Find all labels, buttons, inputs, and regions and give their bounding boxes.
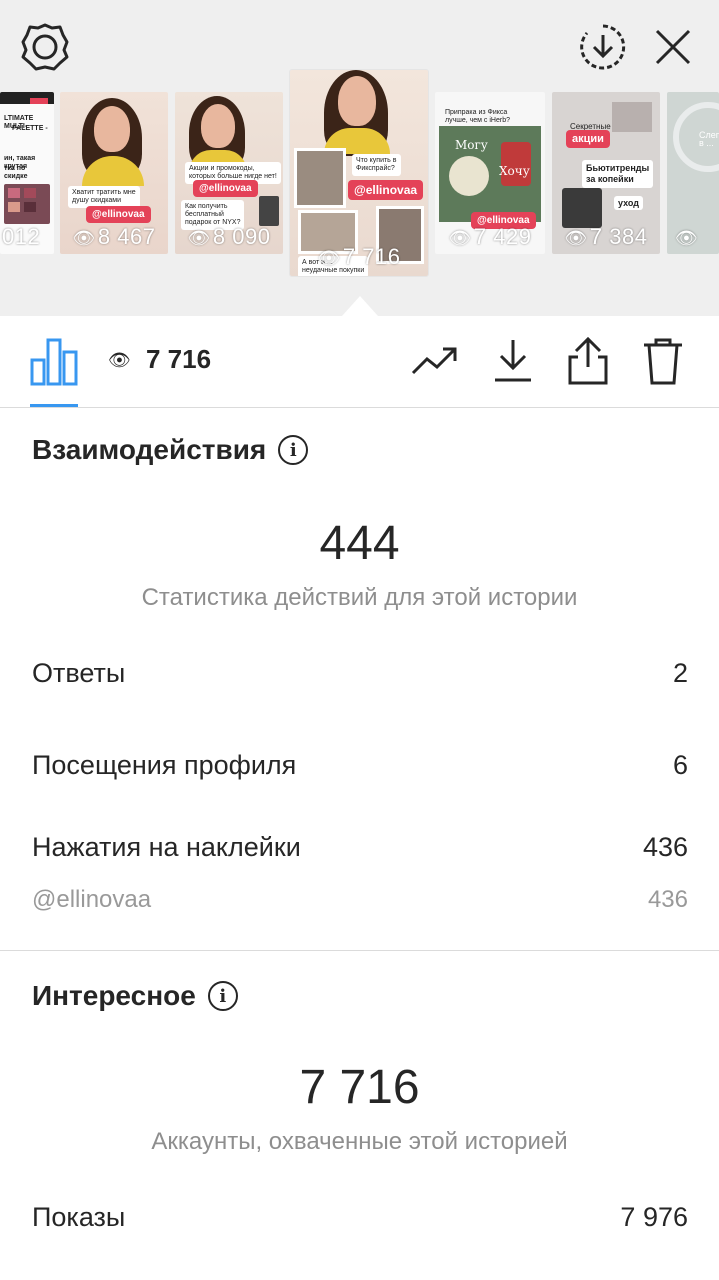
share-icon[interactable]: [563, 336, 613, 386]
stat-value: 2: [672, 658, 688, 688]
section-divider: [0, 950, 719, 951]
info-icon[interactable]: i: [278, 435, 309, 465]
section-heading: Взаимодействия: [32, 434, 267, 465]
discovery-caption: Аккаунты, охваченные этой историей: [151, 1128, 568, 1155]
view-count: 7 716: [146, 344, 212, 374]
story-text: Что купить в Фикспрайс?: [352, 154, 401, 176]
story-thumbnail[interactable]: Слеп в ... 👁: [667, 92, 719, 254]
mention-sticker: @ellinovaa: [86, 206, 151, 223]
stat-row-sticker-taps: Нажатия на наклейки 436: [32, 832, 688, 863]
story-thumbnail[interactable]: Акции и промокоды, которых больше нигде н…: [175, 92, 283, 254]
story-views: 👁7 384: [564, 224, 648, 249]
trash-icon[interactable]: [638, 336, 688, 386]
story-text: Могу: [455, 138, 488, 152]
stat-row-sticker-mention[interactable]: @ellinovaa 436: [32, 886, 688, 914]
gear-icon[interactable]: [18, 20, 72, 74]
trending-up-icon[interactable]: [410, 336, 460, 386]
story-text: Хочу: [499, 164, 530, 178]
interactions-title: Взаимодействия i: [32, 434, 309, 466]
story-thumbnail-selected[interactable]: Что купить в Фикспрайс? @ellinovaa А вот …: [290, 70, 428, 276]
story-thumbnail[interactable]: Секретные акции Бьютитренды за копейки ух…: [552, 92, 660, 254]
story-text: Припрака из Фикса лучше, чем с iHerb?: [445, 109, 510, 124]
interactions-caption: Статистика действий для этой истории: [141, 584, 578, 611]
info-icon[interactable]: i: [207, 981, 238, 1011]
story-thumbnail[interactable]: Припрака из Фикса лучше, чем с iHerb? Мог…: [435, 92, 545, 254]
story-text: Слеп в ...: [699, 130, 719, 148]
stat-label: Нажатия на наклейки: [32, 832, 301, 862]
stat-row-profile-visits: Посещения профиля 6: [32, 750, 688, 781]
story-text: Бьютитренды за копейки: [582, 160, 654, 188]
story-toolbar: 👁 7 716: [0, 316, 719, 408]
story-views: 👁7 429: [448, 224, 532, 249]
section-heading: Интересное: [32, 980, 196, 1011]
download-icon[interactable]: [488, 336, 538, 386]
stat-value: 6: [672, 750, 688, 780]
story-text: PALETTE -: [12, 125, 48, 132]
stat-row-impressions: Показы 7 976: [32, 1202, 688, 1233]
discovery-title: Интересное i: [32, 980, 238, 1012]
interactions-total: 444: [319, 517, 400, 570]
story-views: 👁: [675, 228, 699, 248]
story-text: уход: [614, 196, 643, 210]
stat-value: 436: [647, 886, 688, 913]
stat-value: 436: [642, 832, 688, 862]
bar-chart-icon[interactable]: [30, 336, 78, 386]
mention-sticker: @ellinovaa: [348, 180, 424, 200]
stat-value: 7 976: [620, 1202, 688, 1232]
stat-label: Посещения профиля: [32, 750, 297, 780]
stat-label: Ответы: [32, 658, 126, 688]
stat-label: @ellinovaa: [32, 886, 152, 913]
story-text: Хватит тратить мне душу скидками: [68, 186, 140, 208]
story-thumbnail[interactable]: LTIMATE MULTI- PALETTE - ин, такая крута…: [0, 92, 54, 254]
story-text: тка по скидке: [4, 165, 28, 180]
story-views: 👁7 716: [317, 244, 401, 269]
stat-label: Показы: [32, 1202, 126, 1232]
discovery-total: 7 716: [299, 1061, 420, 1114]
close-icon[interactable]: [648, 20, 698, 74]
story-text: акции: [566, 130, 610, 148]
story-views: 👁8 467: [72, 224, 156, 249]
stat-row-replies: Ответы 2: [32, 658, 688, 689]
selected-pointer: [342, 296, 378, 316]
active-tab-indicator: [30, 404, 78, 407]
download-circle-icon[interactable]: [576, 20, 630, 74]
story-views: 👁8 090: [187, 224, 271, 249]
eye-icon: 👁: [108, 350, 131, 370]
story-strip: LTIMATE MULTI- PALETTE - ин, такая крута…: [0, 0, 719, 316]
mention-sticker: @ellinovaa: [193, 180, 258, 197]
story-views: 012: [2, 224, 41, 249]
story-thumbnail[interactable]: Хватит тратить мне душу скидками @ellinov…: [60, 92, 168, 254]
